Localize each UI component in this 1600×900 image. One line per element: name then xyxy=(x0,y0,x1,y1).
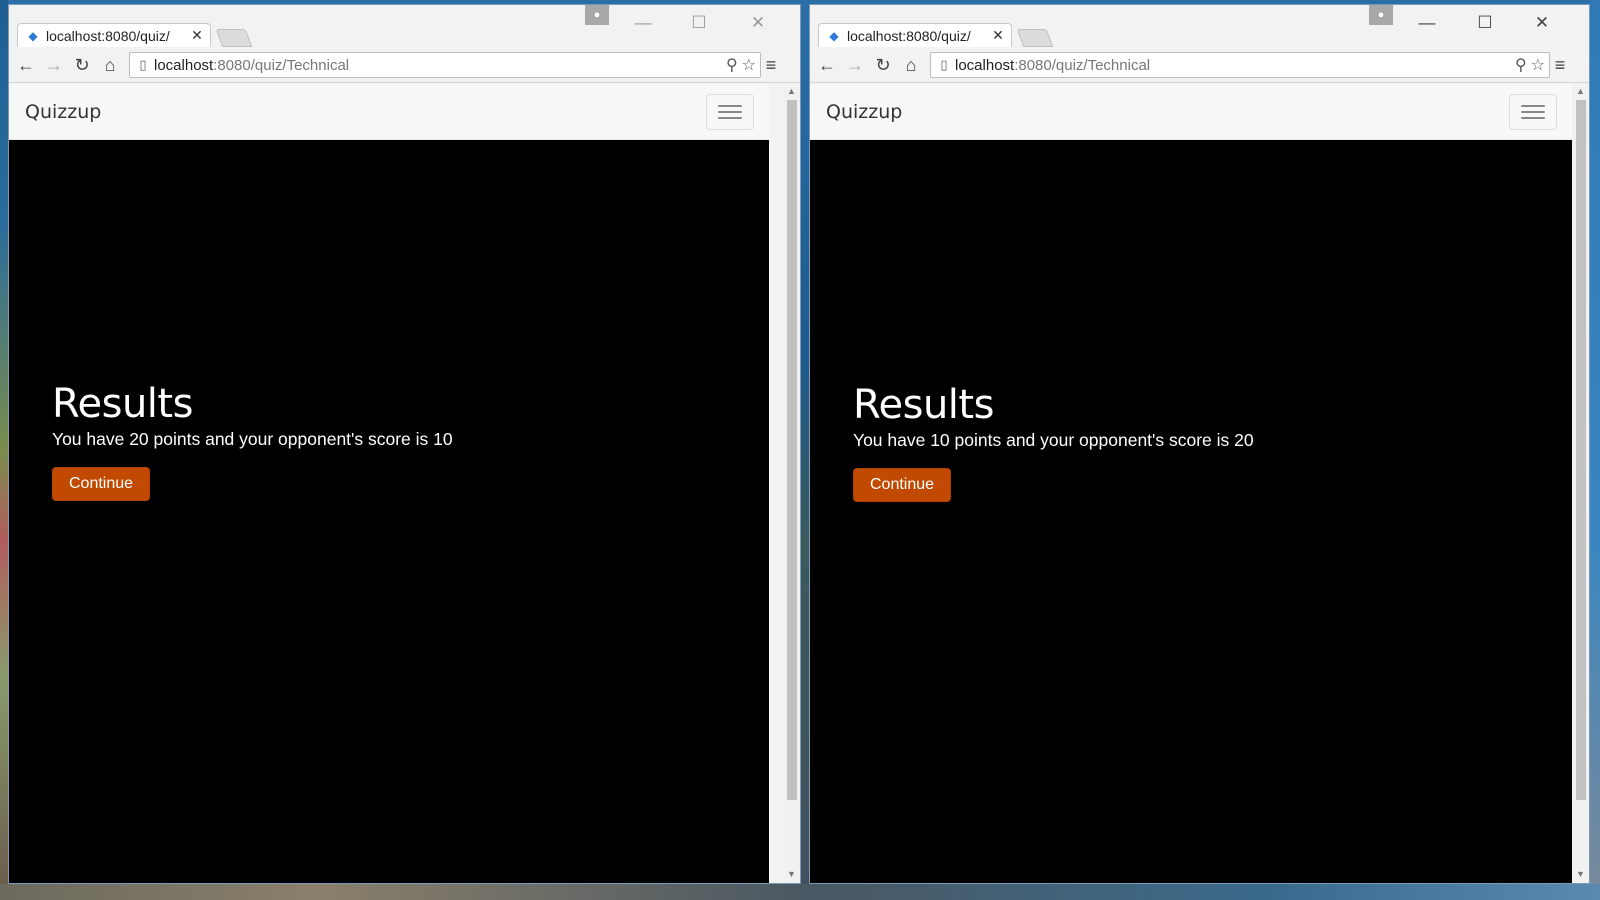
page-viewport: Quizzup Results You have 20 points and y… xyxy=(9,84,769,883)
new-tab-button[interactable] xyxy=(1016,29,1054,47)
bookmark-star-icon[interactable]: ☆ xyxy=(1531,55,1545,75)
title-bar: ◆ localhost:8080/quiz/ ✕ ● — ☐ ✕ xyxy=(810,5,1589,47)
hamburger-bar xyxy=(718,116,742,119)
url-host: localhost xyxy=(154,56,214,74)
hamburger-bar xyxy=(1521,116,1545,119)
browser-tab[interactable]: ◆ localhost:8080/quiz/ ✕ xyxy=(17,23,211,47)
address-bar[interactable]: ▯ localhost:8080/quiz/Technical ⚲ ☆ xyxy=(930,52,1550,78)
browser-tab[interactable]: ◆ localhost:8080/quiz/ ✕ xyxy=(818,23,1012,47)
desktop-background-left xyxy=(0,0,8,900)
reload-icon[interactable]: ↻ xyxy=(71,54,93,76)
home-icon[interactable]: ⌂ xyxy=(900,54,922,76)
zoom-icon[interactable]: ⚲ xyxy=(1515,55,1527,75)
results-title: Results xyxy=(853,382,994,428)
tab-close-icon[interactable]: ✕ xyxy=(989,27,1007,44)
tab-title: localhost:8080/quiz/ xyxy=(46,27,170,44)
maximize-icon[interactable]: ☐ xyxy=(676,11,722,35)
zoom-icon[interactable]: ⚲ xyxy=(726,55,738,75)
url-host: localhost xyxy=(955,56,1015,74)
page-viewport: Quizzup Results You have 10 points and y… xyxy=(810,84,1572,883)
scroll-thumb[interactable] xyxy=(787,100,797,800)
browser-toolbar: ← → ↻ ⌂ ▯ localhost:8080/quiz/Technical … xyxy=(810,47,1589,83)
browser-window-left: ◆ localhost:8080/quiz/ ✕ ● — ☐ ✕ ← → ↻ ⌂… xyxy=(8,4,801,884)
continue-button[interactable]: Continue xyxy=(52,467,151,501)
score-text: You have 20 points and your opponent's s… xyxy=(52,429,453,449)
hamburger-menu-button[interactable] xyxy=(1509,93,1557,130)
hamburger-bar xyxy=(1521,104,1545,107)
profile-icon[interactable]: ● xyxy=(585,5,609,25)
site-navbar: Quizzup xyxy=(9,84,769,140)
desktop-background-right xyxy=(1590,0,1600,900)
url-path: :8080/quiz/Technical xyxy=(213,56,350,74)
hamburger-menu-button[interactable] xyxy=(706,93,754,130)
continue-button[interactable]: Continue xyxy=(853,468,952,502)
url-path: :8080/quiz/Technical xyxy=(1014,56,1151,74)
browser-menu-icon[interactable]: ≡ xyxy=(1550,54,1570,76)
favicon-icon: ◆ xyxy=(829,28,839,43)
forward-icon[interactable]: → xyxy=(844,54,866,76)
browser-menu-icon[interactable]: ≡ xyxy=(761,54,781,76)
scroll-up-icon[interactable]: ▲ xyxy=(783,84,800,98)
brand-logo[interactable]: Quizzup xyxy=(826,101,902,123)
page-icon: ▯ xyxy=(139,57,147,72)
hamburger-bar xyxy=(1521,110,1545,113)
vertical-scrollbar[interactable]: ▲ ▼ xyxy=(783,84,800,883)
brand-logo[interactable]: Quizzup xyxy=(25,101,101,123)
close-window-icon[interactable]: ✕ xyxy=(1519,11,1565,35)
desktop-bottom-strip xyxy=(0,884,1600,900)
address-bar[interactable]: ▯ localhost:8080/quiz/Technical ⚲ ☆ xyxy=(129,52,761,78)
browser-toolbar: ← → ↻ ⌂ ▯ localhost:8080/quiz/Technical … xyxy=(9,47,800,83)
new-tab-button[interactable] xyxy=(215,29,253,47)
browser-window-right: ◆ localhost:8080/quiz/ ✕ ● — ☐ ✕ ← → ↻ ⌂… xyxy=(809,4,1590,884)
results-title: Results xyxy=(52,381,193,427)
scroll-down-icon[interactable]: ▼ xyxy=(1572,867,1589,881)
forward-icon[interactable]: → xyxy=(43,54,65,76)
close-window-icon[interactable]: ✕ xyxy=(735,11,781,35)
results-panel: Results You have 10 points and your oppo… xyxy=(853,381,1254,502)
scroll-thumb[interactable] xyxy=(1576,100,1586,800)
title-bar: ◆ localhost:8080/quiz/ ✕ ● — ☐ ✕ xyxy=(9,5,800,47)
reload-icon[interactable]: ↻ xyxy=(872,54,894,76)
results-panel: Results You have 20 points and your oppo… xyxy=(52,380,453,501)
minimize-icon[interactable]: — xyxy=(1404,11,1450,35)
home-icon[interactable]: ⌂ xyxy=(99,54,121,76)
hamburger-bar xyxy=(718,104,742,107)
back-icon[interactable]: ← xyxy=(816,54,838,76)
hamburger-bar xyxy=(718,110,742,113)
page-icon: ▯ xyxy=(940,57,948,72)
site-navbar: Quizzup xyxy=(810,84,1572,140)
scroll-up-icon[interactable]: ▲ xyxy=(1572,84,1589,98)
favicon-icon: ◆ xyxy=(28,28,38,43)
minimize-icon[interactable]: — xyxy=(620,11,666,35)
bookmark-star-icon[interactable]: ☆ xyxy=(742,55,756,75)
tab-title: localhost:8080/quiz/ xyxy=(847,27,971,44)
back-icon[interactable]: ← xyxy=(15,54,37,76)
vertical-scrollbar[interactable]: ▲ ▼ xyxy=(1572,84,1589,883)
desktop-background-gap xyxy=(801,0,809,900)
profile-icon[interactable]: ● xyxy=(1369,5,1393,25)
tab-close-icon[interactable]: ✕ xyxy=(188,27,206,44)
score-text: You have 10 points and your opponent's s… xyxy=(853,430,1254,450)
maximize-icon[interactable]: ☐ xyxy=(1462,11,1508,35)
scroll-down-icon[interactable]: ▼ xyxy=(783,867,800,881)
